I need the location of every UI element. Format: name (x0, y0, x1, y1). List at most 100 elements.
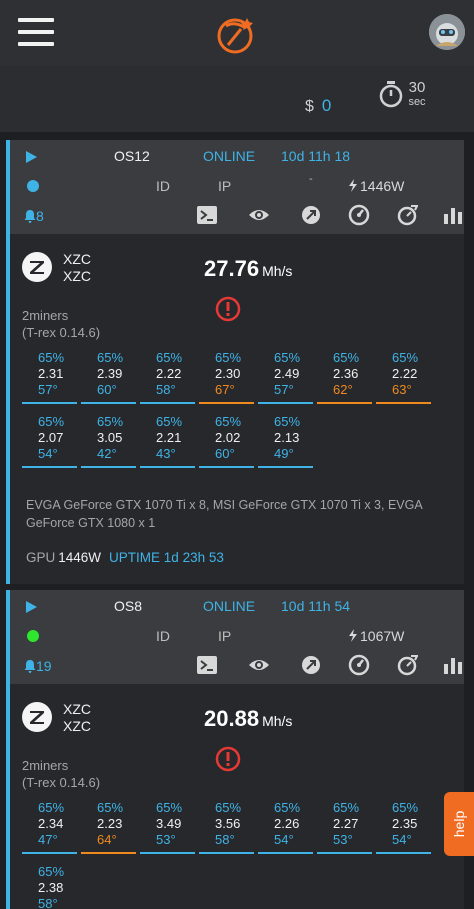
gpu-tile[interactable]: 65% 2.23 64° (81, 800, 136, 856)
stats-bars-icon[interactable] (442, 654, 464, 676)
gpu-temp: 58° (215, 832, 235, 847)
gpu-tile[interactable]: 65% 2.27 53° (317, 800, 372, 856)
notification-count: 8 (36, 208, 44, 224)
gpu-tile[interactable]: 65% 2.26 54° (258, 800, 313, 856)
hamburger-icon[interactable] (18, 18, 54, 46)
gpu-status-bar (22, 402, 77, 404)
miner-pool: 2miners (22, 308, 69, 323)
gpu-power: 1446W (58, 550, 102, 565)
status-dot (27, 180, 39, 192)
speedometer-icon[interactable] (348, 204, 370, 226)
gpu-fan: 65% (392, 350, 419, 365)
gpu-status-bar (376, 852, 431, 854)
coin-algo: XZC (63, 718, 91, 734)
overclock-icon[interactable] (300, 204, 322, 226)
gpu-tile[interactable]: 65% 2.36 62° (317, 350, 372, 406)
pickaxe-logo-icon[interactable] (214, 12, 258, 56)
gpu-tile[interactable]: 65% 2.31 57° (22, 350, 77, 406)
alert-icon[interactable] (215, 296, 241, 322)
wrench-gauge-icon[interactable] (396, 204, 418, 226)
rig-header: OS8 ONLINE 10d 11h 54 ID IP 1067W 19 (10, 590, 464, 684)
terminal-icon[interactable] (196, 654, 218, 676)
rig-power-value: 1067W (360, 628, 405, 644)
gpu-tile[interactable]: 65% 3.05 42° (81, 414, 136, 470)
gpu-tile[interactable]: 65% 2.38 58° (22, 864, 77, 909)
notifications[interactable]: 19 (24, 658, 52, 674)
gpu-status-bar (199, 466, 254, 468)
gpu-tile[interactable]: 65% 2.07 54° (22, 414, 77, 470)
rig-status: ONLINE (203, 148, 256, 164)
gpu-summary: GPU 1446W UPTIME 1d 23h 53 (26, 550, 224, 565)
gpu-status-bar (376, 402, 431, 404)
currency-symbol: $ (305, 98, 314, 115)
play-icon[interactable] (26, 601, 37, 613)
gpu-tile[interactable]: 65% 2.49 57° (258, 350, 313, 406)
gpu-temp: 43° (156, 446, 176, 461)
gpu-temp: 54° (274, 832, 294, 847)
gpu-status-bar (258, 466, 313, 468)
refresh-unit: sec (408, 96, 426, 108)
id-label: ID (156, 178, 170, 194)
gpu-temp: 57° (38, 382, 58, 397)
balance-amount: 0 (321, 96, 332, 115)
gpu-fan: 65% (156, 800, 183, 815)
miner-version: (T-rex 0.14.6) (22, 775, 101, 790)
gpu-tile[interactable]: 65% 2.39 60° (81, 350, 136, 406)
overclock-icon[interactable] (300, 654, 322, 676)
notifications[interactable]: 8 (24, 208, 44, 224)
gpu-hashrate: 2.21 (156, 430, 182, 445)
eye-icon[interactable] (248, 204, 270, 226)
ip-value: - (309, 173, 313, 185)
gpu-tile[interactable]: 65% 2.22 63° (376, 350, 431, 406)
gpu-fan: 65% (97, 800, 124, 815)
miner-pool: 2miners (22, 758, 69, 773)
gpu-tile[interactable]: 65% 3.56 58° (199, 800, 254, 856)
gpu-temp: 47° (38, 832, 58, 847)
gpu-temp: 60° (215, 446, 235, 461)
gpu-tile[interactable]: 65% 2.30 67° (199, 350, 254, 406)
help-button[interactable]: help (444, 792, 474, 856)
gpu-hashrate: 2.02 (215, 430, 241, 445)
status-dot (27, 630, 39, 642)
gpu-tile[interactable]: 65% 2.13 49° (258, 414, 313, 470)
gpu-fan: 65% (38, 864, 65, 879)
lightning-icon (349, 179, 357, 192)
stats-bars-icon[interactable] (442, 204, 464, 226)
gpu-hashrate: 2.27 (333, 816, 359, 831)
miner-version: (T-rex 0.14.6) (22, 325, 101, 340)
notification-count: 19 (36, 658, 52, 674)
gpu-tile[interactable]: 65% 2.21 43° (140, 414, 195, 470)
terminal-icon[interactable] (196, 204, 218, 226)
eye-icon[interactable] (248, 654, 270, 676)
speedometer-icon[interactable] (348, 654, 370, 676)
hashrate: 20.88 Mh/s (204, 706, 292, 732)
gpu-fan: 65% (274, 350, 301, 365)
gpu-fan: 65% (156, 414, 183, 429)
gpu-tile[interactable]: 65% 3.49 53° (140, 800, 195, 856)
gpu-tile[interactable]: 65% 2.34 47° (22, 800, 77, 856)
rig-power: 1067W (348, 628, 404, 644)
gpu-fan: 65% (274, 800, 301, 815)
gpu-temp: 67° (215, 382, 235, 397)
gpu-tile[interactable]: 65% 2.22 58° (140, 350, 195, 406)
gpu-temp: 42° (97, 446, 117, 461)
play-icon[interactable] (26, 151, 37, 163)
hashrate-unit: Mh/s (262, 263, 293, 279)
gpu-tile[interactable]: 65% 2.02 60° (199, 414, 254, 470)
rig-age: 10d 11h 54 (281, 598, 351, 614)
gpu-fan: 65% (97, 414, 124, 429)
ip-label: IP (218, 628, 232, 644)
gpu-status-bar (317, 402, 372, 404)
gpu-tile[interactable]: 65% 2.35 54° (376, 800, 431, 856)
gpu-temp: 60° (97, 382, 117, 397)
alert-icon[interactable] (215, 746, 241, 772)
gpu-hashrate: 2.22 (156, 366, 182, 381)
hashrate-value: 27.76 (204, 256, 260, 281)
rig-name[interactable]: OS12 (114, 148, 150, 164)
wrench-gauge-icon[interactable] (396, 654, 418, 676)
rig-name[interactable]: OS8 (114, 598, 142, 614)
ip-label: IP (218, 178, 232, 194)
user-avatar-icon[interactable] (429, 14, 465, 50)
gpu-hashrate: 2.36 (333, 366, 359, 381)
stopwatch-icon[interactable] (378, 80, 404, 108)
